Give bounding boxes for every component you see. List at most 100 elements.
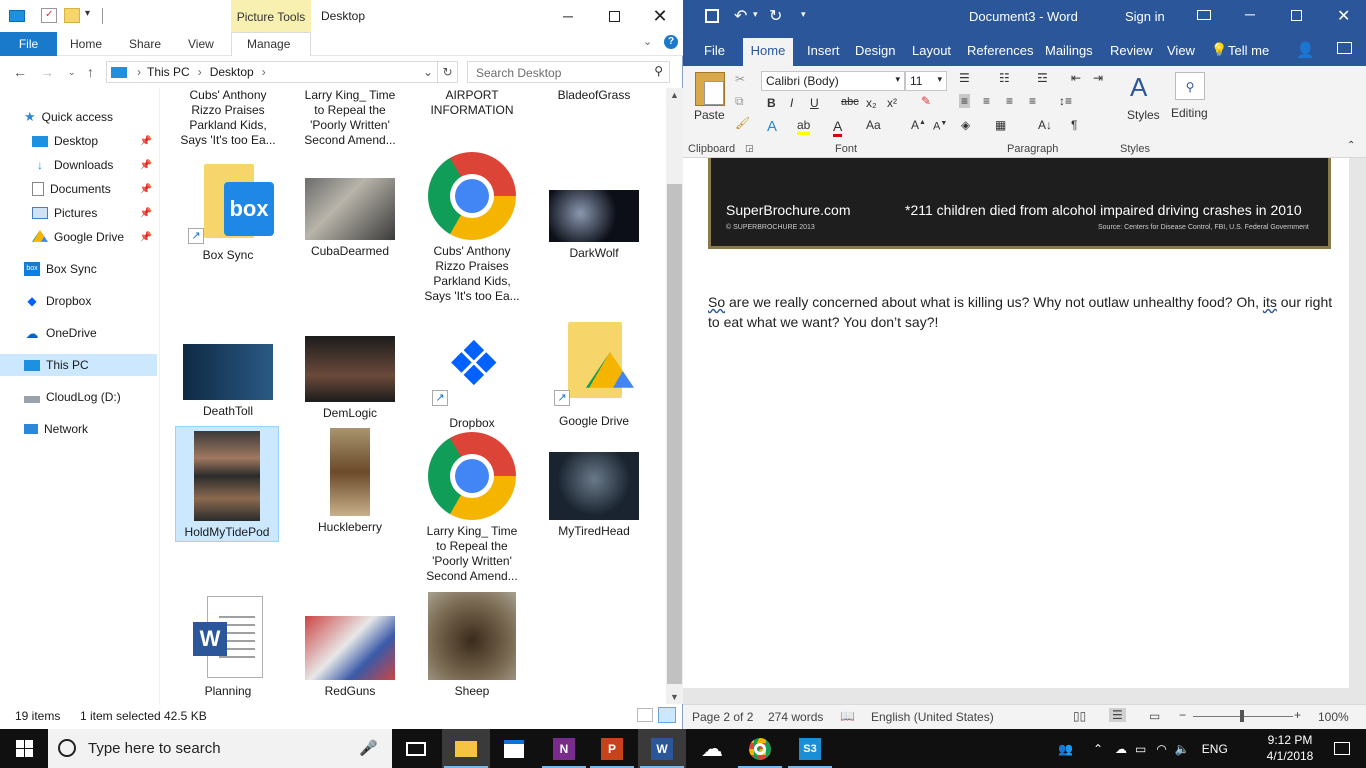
line-spacing-icon[interactable]: ↕≡ [1059,94,1072,108]
bold-button[interactable]: B [767,96,776,110]
increase-indent-icon[interactable]: ⇥ [1093,71,1103,85]
onenote-taskbar-icon[interactable]: N [540,729,588,768]
styles-button[interactable]: Styles [1127,108,1160,122]
document-paragraph[interactable]: So are we really concerned about what is… [708,292,1333,332]
word-minimize-button[interactable]: ─ [1245,6,1255,22]
breadcrumb-desktop[interactable]: Desktop [210,65,254,79]
volume-icon[interactable]: 🔈 [1175,742,1190,756]
file-item[interactable]: Larry King_ Time to Repeal the 'Poorly W… [298,88,402,148]
find-icon[interactable]: ⚲ [1175,72,1205,100]
change-case-icon[interactable]: Aa [866,118,881,132]
page-indicator[interactable]: Page 2 of 2 [692,710,753,724]
word-taskbar-icon[interactable]: W [638,729,686,768]
borders-icon[interactable]: ▦ [995,118,1006,132]
file-item-box-sync[interactable]: box ↗ Box Sync [176,156,280,263]
comments-icon[interactable] [1337,42,1352,54]
multilevel-list-icon[interactable]: ☲ [1037,71,1048,85]
nav-pictures[interactable]: Pictures 📌 [32,202,158,224]
word-close-button[interactable]: ✕ [1337,6,1350,26]
align-center-icon[interactable]: ≡ [983,94,990,108]
format-painter-icon[interactable]: 🖌 [735,116,750,130]
bullets-icon[interactable]: ☰ [959,71,970,85]
clock[interactable]: 9:12 PM 4/1/2018 [1262,732,1318,764]
file-item-huckleberry[interactable]: Huckleberry [298,428,402,535]
show-formatting-icon[interactable]: ¶ [1071,118,1077,132]
zoom-in-icon[interactable]: + [1294,708,1301,722]
file-item-darkwolf[interactable]: DarkWolf [542,156,646,261]
scrollbar-thumb[interactable] [667,184,682,684]
expand-ribbon-icon[interactable]: ⌄ [643,35,652,48]
editing-button[interactable]: Editing [1171,106,1208,120]
tab-file[interactable]: File [0,32,57,56]
underline-button[interactable]: U [810,96,819,110]
align-left-icon[interactable]: ≡ [959,94,971,108]
search-input[interactable]: Search Desktop ⚲ [467,61,670,83]
document-page[interactable]: SuperBrochure.com © SUPERBROCHURE 2013 *… [683,158,1349,688]
taskbar-search-box[interactable]: Type here to search 🎤 [48,729,392,768]
nav-box-sync[interactable]: box Box Sync [24,258,158,280]
file-item-larry-king[interactable]: Larry King_ Time to Repeal the 'Poorly W… [420,432,524,584]
breadcrumb-this-pc[interactable]: This PC [147,65,190,79]
sign-in-link[interactable]: Sign in [1125,9,1165,24]
redo-icon[interactable]: ↻ [769,6,782,26]
print-layout-icon[interactable]: ☰ [1109,708,1126,722]
sort-icon[interactable]: A↓ [1038,118,1052,132]
back-arrow-icon[interactable]: ← [13,64,27,80]
cut-icon[interactable]: ✂ [735,72,745,86]
forward-arrow-icon[interactable]: → [40,64,54,80]
file-item-sheep[interactable]: Sheep [420,592,524,699]
read-mode-icon[interactable]: ▯▯ [1073,709,1086,723]
onedrive-taskbar-icon[interactable]: ☁ [688,729,736,768]
align-right-icon[interactable]: ≡ [1006,94,1013,108]
file-item-demlogic[interactable]: DemLogic [298,336,402,421]
onedrive-tray-icon[interactable]: ☁ [1115,742,1127,756]
file-explorer-taskbar-icon[interactable] [442,729,490,768]
clear-formatting-icon[interactable]: ✎ [921,94,931,108]
customize-qat-icon[interactable]: ▾ [801,9,806,20]
file-item-google-drive[interactable]: ↗ Google Drive [542,318,646,429]
nav-this-pc[interactable]: This PC [0,354,157,376]
store-taskbar-icon[interactable] [490,729,538,768]
chrome-taskbar-icon[interactable] [736,729,784,768]
s3-app-taskbar-icon[interactable]: S3 [786,729,834,768]
tab-home[interactable]: Home [70,32,102,56]
tab-share[interactable]: Share [129,32,161,56]
font-color-icon[interactable]: A [833,118,843,137]
tab-view[interactable]: View [188,32,214,56]
numbering-icon[interactable]: ☷ [999,71,1010,85]
zoom-out-icon[interactable]: − [1179,708,1186,722]
word-tab-file[interactable]: File [704,43,725,58]
people-icon[interactable]: 👥 [1058,742,1073,756]
scroll-down-icon[interactable]: ▼ [670,692,679,702]
zoom-slider-thumb[interactable] [1240,710,1244,722]
word-count[interactable]: 274 words [768,710,823,724]
decrease-indent-icon[interactable]: ⇤ [1071,71,1081,85]
recent-locations-icon[interactable]: ⌄ [68,67,76,78]
save-icon[interactable] [705,9,719,23]
wifi-icon[interactable]: ◠ [1156,742,1166,756]
word-tab-design[interactable]: Design [855,43,895,58]
nav-onedrive[interactable]: ☁ OneDrive [24,322,158,344]
nav-network[interactable]: Network [24,418,158,440]
text-effects-icon[interactable]: A [767,118,777,135]
file-item-cubs-rizzo[interactable]: Cubs' Anthony Rizzo Praises Parkland Kid… [420,152,524,304]
file-item-cubadearmed[interactable]: CubaDearmed [298,156,402,259]
font-size-combo[interactable]: 11 ▾ [905,71,947,91]
nav-dropbox[interactable]: ◆ Dropbox [24,290,158,312]
customize-qat-icon[interactable]: ▾ [85,8,101,23]
up-arrow-icon[interactable]: ↑ [87,64,94,80]
file-item-mytiredhead[interactable]: MyTiredHead [542,452,646,539]
language-indicator[interactable]: English (United States) [871,710,994,724]
nav-desktop[interactable]: Desktop 📌 [32,130,158,152]
file-item-redguns[interactable]: RedGuns [298,616,402,699]
maximize-button[interactable] [591,0,637,32]
word-tab-home[interactable]: Home [743,38,793,66]
nav-google-drive[interactable]: Google Drive 📌 [32,226,158,248]
zoom-level[interactable]: 100% [1318,710,1349,724]
justify-icon[interactable]: ≡ [1029,94,1036,108]
tell-me-search[interactable]: Tell me [1228,43,1269,58]
file-item-planning[interactable]: W Planning [176,596,280,699]
details-view-icon[interactable] [637,708,653,722]
input-language[interactable]: ENG [1202,742,1228,756]
font-name-combo[interactable]: Calibri (Body) ▾ [761,71,905,91]
